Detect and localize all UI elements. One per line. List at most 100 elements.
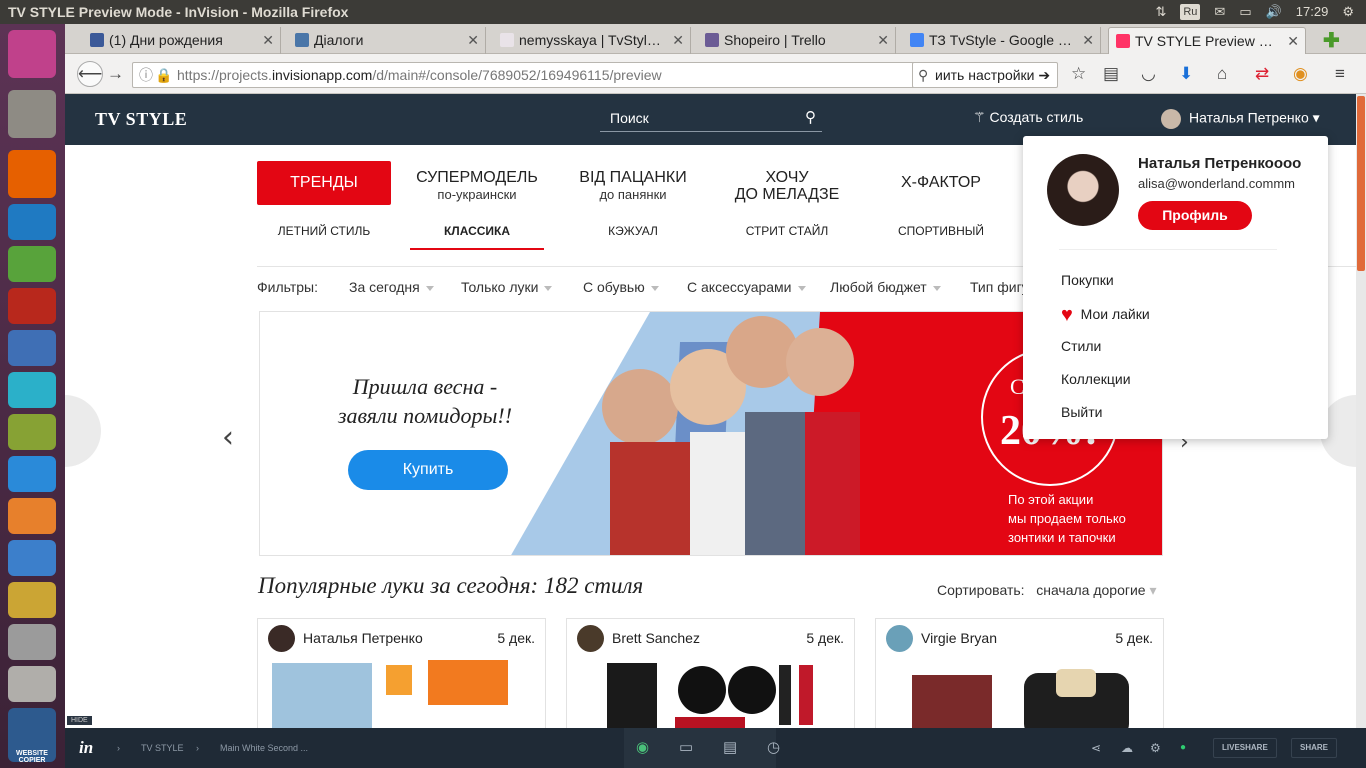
network-icon[interactable]: ⇅	[1155, 0, 1166, 24]
gear-icon[interactable]: ⚙	[1150, 741, 1161, 755]
subcategory-casual[interactable]: КЭЖУАЛ	[566, 224, 700, 238]
ubuntu-dash-icon[interactable]	[8, 30, 56, 78]
tab-invision[interactable]: TV STYLE Preview … ✕	[1108, 27, 1306, 54]
new-tab-button[interactable]: ✚	[1323, 28, 1340, 53]
app-icon[interactable]	[8, 414, 56, 450]
category-vid-patsanky[interactable]: ВІД ПАЦАНКИ до панянки	[566, 161, 700, 205]
site-logo[interactable]: TV STYLE	[95, 109, 187, 130]
user-menu-trigger[interactable]: Наталья Петренко ▾	[1161, 109, 1320, 129]
clock[interactable]: 17:29	[1296, 0, 1329, 24]
home-icon[interactable]: ⌂	[1217, 64, 1227, 84]
create-style-link[interactable]: ⚚ Создать стиль	[973, 109, 1083, 126]
site-search-input[interactable]: Поиск ⚲	[600, 104, 822, 132]
share-button[interactable]: SHARE	[1291, 738, 1338, 758]
firefox-icon[interactable]	[8, 150, 56, 198]
bookmark-star-icon[interactable]: ☆	[1071, 64, 1086, 84]
close-icon[interactable]: ✕	[467, 27, 479, 53]
menu-item-likes[interactable]: ♥ Мои лайки	[1061, 304, 1150, 327]
banner-prev-arrow[interactable]: ‹	[222, 420, 234, 455]
card-author[interactable]: Наталья Петренко	[303, 630, 423, 646]
close-icon[interactable]: ✕	[1287, 28, 1299, 54]
battery-icon[interactable]: ▭	[1239, 0, 1251, 24]
category-x-factor[interactable]: Х-ФАКТОР	[874, 161, 1008, 205]
look-card[interactable]: Brett Sanchez 5 дек.	[566, 618, 855, 733]
app-icon[interactable]	[8, 582, 56, 618]
search-field[interactable]: ⚲ иить настройки ➔	[912, 62, 1058, 88]
liveshare-button[interactable]: LIVESHARE	[1213, 738, 1277, 758]
download-icon[interactable]: ⬇	[1179, 64, 1193, 84]
breadcrumb-project[interactable]: TV STYLE	[141, 743, 184, 753]
website-copier-icon[interactable]: WEBSITE COPIER	[8, 708, 56, 764]
close-icon[interactable]: ✕	[877, 27, 889, 53]
eye-icon[interactable]: ◉	[636, 738, 649, 756]
volume-icon[interactable]: 🔊	[1266, 0, 1282, 24]
card-author[interactable]: Virgie Bryan	[921, 630, 997, 646]
invision-logo[interactable]: in	[79, 738, 93, 758]
comment-mode-icon[interactable]: ▭	[679, 738, 693, 756]
close-icon[interactable]: ✕	[262, 27, 274, 53]
avatar[interactable]	[1047, 154, 1119, 226]
filter-shoes[interactable]: С обувью	[583, 279, 659, 295]
look-card[interactable]: Наталья Петренко 5 дек.	[257, 618, 546, 733]
search-icon[interactable]: ⚲	[805, 104, 816, 132]
trash-icon[interactable]	[8, 666, 56, 702]
back-button[interactable]: ⟵	[77, 61, 103, 87]
pocket-icon[interactable]: ◡	[1141, 64, 1156, 84]
filter-accessories[interactable]: С аксессуарами	[687, 279, 806, 295]
url-bar[interactable]: ⓘ 🔒 https://projects.invisionapp.com/d/m…	[132, 62, 968, 88]
mail-icon[interactable]: ✉	[1214, 0, 1225, 24]
close-icon[interactable]: ✕	[672, 27, 684, 53]
category-trends[interactable]: ТРЕНДЫ	[257, 161, 391, 205]
tab-dialogs[interactable]: Діалоги ✕	[288, 27, 486, 54]
subcategory-classic[interactable]: КЛАССИКА	[410, 224, 544, 250]
filter-figure[interactable]: Тип фигу	[970, 279, 1029, 295]
look-image[interactable]	[876, 655, 1164, 733]
card-author[interactable]: Brett Sanchez	[612, 630, 700, 646]
filter-budget[interactable]: Любой бюджет	[830, 279, 941, 295]
look-image[interactable]	[258, 655, 546, 733]
look-card[interactable]: Virgie Bryan 5 дек.	[875, 618, 1164, 733]
subcategory-street[interactable]: СТРИТ СТАЙЛ	[720, 224, 854, 238]
close-icon[interactable]: ✕	[1082, 27, 1094, 53]
software-center-icon[interactable]	[8, 498, 56, 534]
sync-icon[interactable]: ⇄	[1255, 64, 1269, 84]
forward-button[interactable]: →	[107, 64, 124, 84]
share-network-icon[interactable]: ⋖	[1091, 741, 1101, 755]
hide-toolbar-button[interactable]: HIDE	[67, 716, 92, 725]
buy-button[interactable]: Купить	[348, 450, 508, 490]
terminal-icon[interactable]	[8, 246, 56, 282]
keyboard-layout[interactable]: Ru	[1180, 4, 1201, 20]
prev-screen-button[interactable]	[65, 395, 101, 467]
breadcrumb-screen[interactable]: Main White Second ...	[220, 743, 308, 753]
history-icon[interactable]: ◷	[767, 738, 780, 756]
menu-item-collections[interactable]: Коллекции	[1061, 371, 1131, 387]
gear-icon[interactable]: ⚙	[1342, 0, 1354, 24]
tab-slack[interactable]: nemysskaya | TvStyl… ✕	[493, 27, 691, 54]
filezilla-icon[interactable]	[8, 288, 56, 324]
extension-icon[interactable]: ◉	[1293, 64, 1308, 84]
scrollbar-thumb[interactable]	[1357, 96, 1365, 271]
app-icon[interactable]	[8, 540, 56, 576]
cloud-icon[interactable]: ☁	[1121, 741, 1133, 755]
app-icon[interactable]	[8, 624, 56, 660]
chrome-icon[interactable]	[8, 330, 56, 366]
sort-control[interactable]: Сортировать: сначала дорогие ▾	[937, 582, 1157, 599]
menu-item-purchases[interactable]: Покупки	[1061, 272, 1114, 288]
avatar[interactable]	[886, 625, 913, 652]
category-khochu[interactable]: ХОЧУ ДО МЕЛАДЗЕ	[720, 161, 854, 205]
subcategory-sport[interactable]: СПОРТИВНЫЙ	[874, 224, 1008, 238]
avatar[interactable]	[577, 625, 604, 652]
look-image[interactable]	[567, 655, 855, 733]
filter-period[interactable]: За сегодня	[349, 279, 434, 295]
reading-list-icon[interactable]: ▤	[1103, 64, 1119, 84]
files-icon[interactable]	[8, 90, 56, 138]
skype-icon[interactable]	[8, 372, 56, 408]
chat-icon[interactable]: ▤	[723, 738, 737, 756]
tab-trello[interactable]: Shopeiro | Trello ✕	[698, 27, 896, 54]
profile-button[interactable]: Профиль	[1138, 201, 1252, 230]
menu-icon[interactable]: ≡	[1335, 64, 1345, 84]
avatar[interactable]	[268, 625, 295, 652]
tab-google-docs[interactable]: ТЗ TvStyle - Google … ✕	[903, 27, 1101, 54]
tab-facebook[interactable]: (1) Дни рождения ✕	[83, 27, 281, 54]
menu-item-styles[interactable]: Стили	[1061, 338, 1101, 354]
